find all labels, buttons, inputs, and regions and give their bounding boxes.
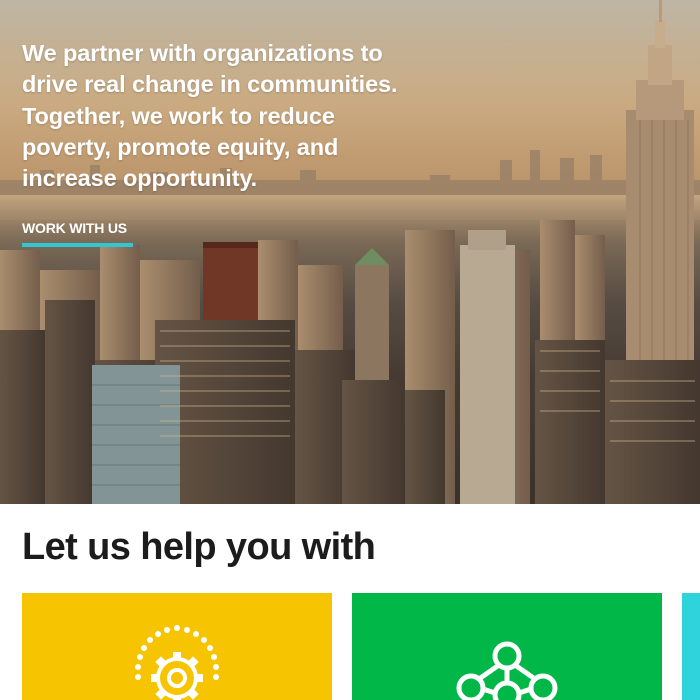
service-card-1[interactable] bbox=[22, 593, 332, 700]
section-title: Let us help you with bbox=[22, 526, 376, 568]
service-card-3[interactable] bbox=[682, 593, 700, 700]
work-with-us-link[interactable]: WORK WITH US bbox=[22, 220, 127, 236]
hero-banner: We partner with organizations to drive r… bbox=[0, 0, 700, 504]
hero-copy: We partner with organizations to drive r… bbox=[22, 38, 422, 194]
hero-text: We partner with organizations to drive r… bbox=[22, 40, 398, 192]
cta-underline bbox=[22, 243, 133, 247]
service-card-2[interactable] bbox=[352, 593, 662, 700]
network-icon bbox=[456, 641, 558, 700]
gear-icon bbox=[135, 625, 219, 700]
